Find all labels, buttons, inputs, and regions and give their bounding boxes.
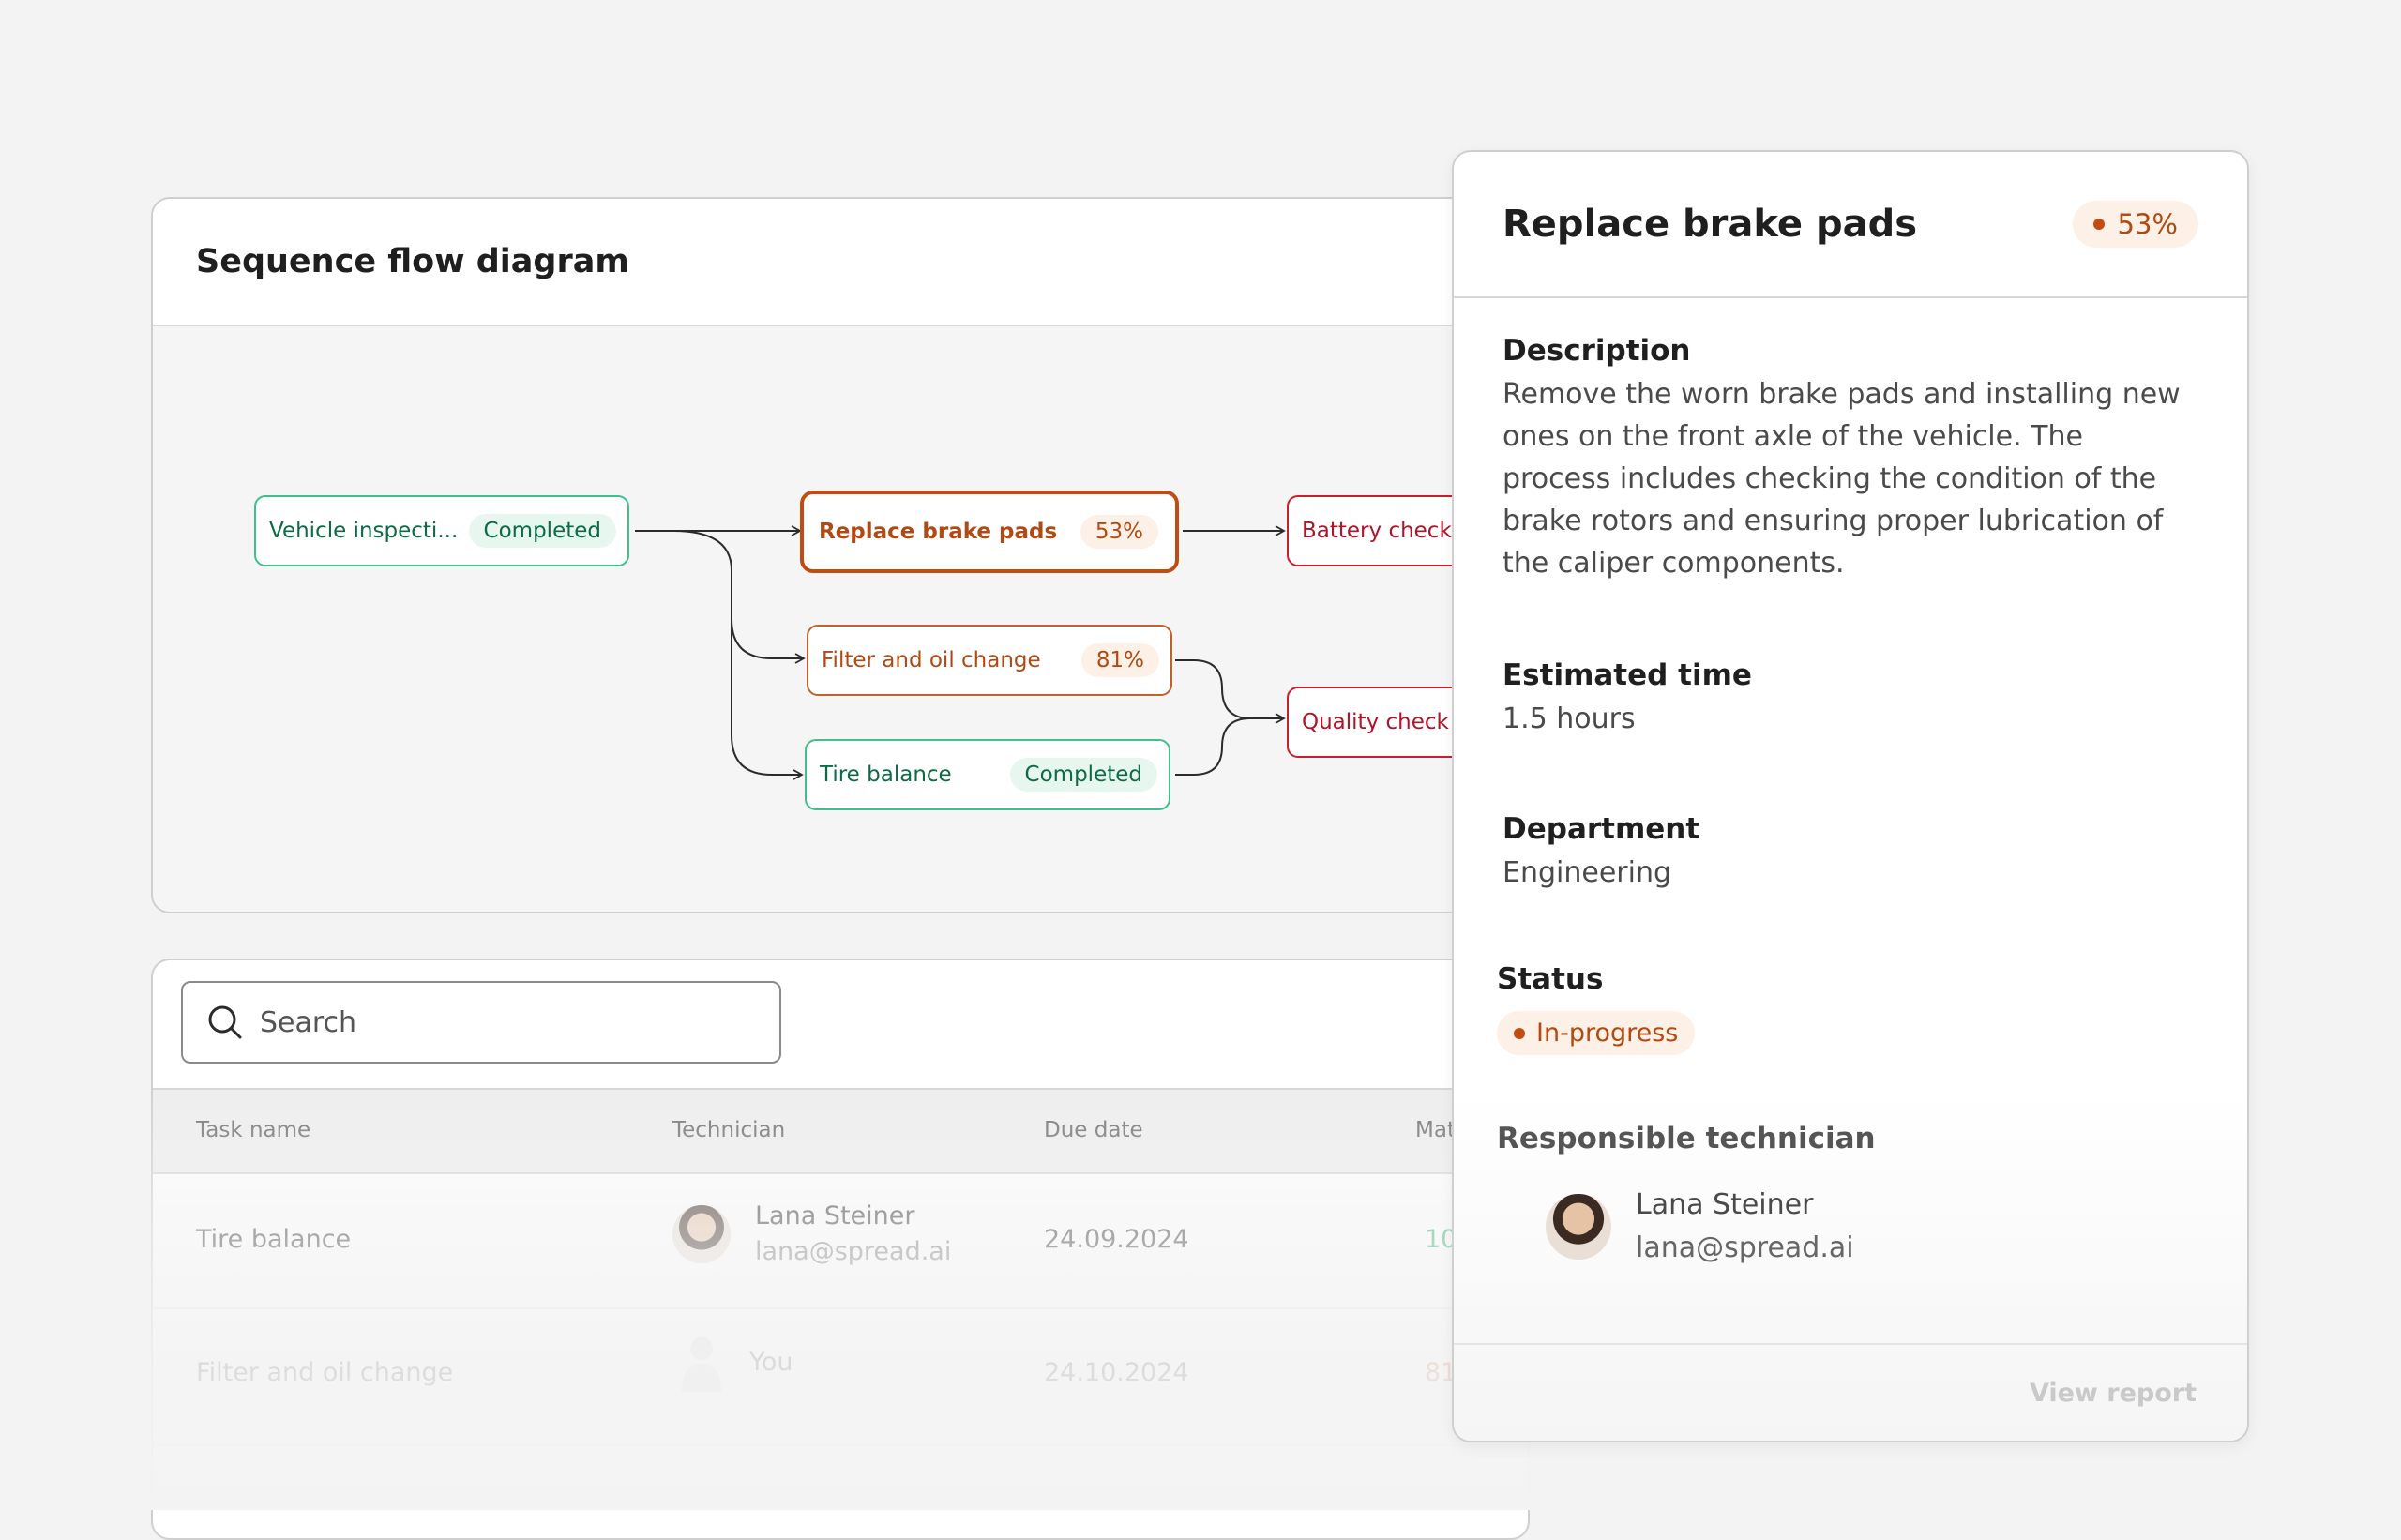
row-due-date: 24.10.2024: [1044, 1358, 1189, 1387]
technician-email: lana@spread.ai: [1636, 1231, 1854, 1264]
row-technician: You: [678, 1332, 793, 1394]
node-replace-brake-pads-label: Replace brake pads: [819, 520, 1058, 544]
view-report-button[interactable]: View report: [2024, 1378, 2202, 1409]
node-tire-balance[interactable]: Tire balance Completed: [805, 739, 1170, 810]
node-vehicle-inspection-status: Completed: [468, 514, 616, 548]
status-section: Status In-progress: [1497, 962, 2198, 1055]
node-filter-oil-change-progress: 81%: [1080, 643, 1159, 677]
node-vehicle-inspection[interactable]: Vehicle inspecti... Completed: [254, 495, 629, 566]
node-quality-check-label: Quality check: [1302, 710, 1449, 734]
column-header-due-date[interactable]: Due date: [1044, 1118, 1143, 1142]
department-value: Engineering: [1503, 856, 1671, 889]
row-technician-email: lana@spread.ai: [755, 1237, 952, 1266]
node-vehicle-inspection-label: Vehicle inspecti...: [269, 519, 459, 543]
department-section: Department Engineering: [1503, 812, 2198, 894]
estimated-time-section: Estimated time 1.5 hours: [1503, 658, 2198, 740]
avatar: [1546, 1194, 1611, 1260]
avatar: [672, 1205, 731, 1263]
edge-filter-quality: [1175, 659, 1286, 724]
search-icon: [208, 1005, 242, 1039]
technician-name: Lana Steiner: [1636, 1188, 1814, 1221]
flow-card-header: Sequence flow diagram: [153, 199, 1528, 326]
progress-badge-value: 53%: [2117, 208, 2178, 240]
row-technician-name: You: [749, 1348, 793, 1377]
progress-badge: 53%: [2072, 201, 2198, 248]
status-badge: In-progress: [1497, 1011, 1696, 1055]
search-input[interactable]: [258, 1004, 749, 1040]
estimated-time-label: Estimated time: [1503, 658, 1752, 692]
flow-canvas: Vehicle inspecti... Completed Replace br…: [153, 326, 1528, 912]
search-field[interactable]: [181, 981, 781, 1064]
technician-section: Responsible technician Lana Steiner lana…: [1497, 1122, 2198, 1270]
node-tire-balance-label: Tire balance: [820, 762, 952, 787]
node-replace-brake-pads-progress: 53%: [1080, 515, 1158, 549]
row-task-name: Tire balance: [196, 1225, 352, 1254]
description-section: Description Remove the worn brake pads a…: [1503, 334, 2198, 584]
department-label: Department: [1503, 812, 1700, 846]
flow-connectors: [635, 525, 1286, 780]
edge-inspection-filter: [635, 530, 806, 664]
user-silhouette-icon: [682, 1337, 721, 1392]
edge-inspection-tire: [731, 617, 804, 780]
detail-footer: View report: [1454, 1343, 2247, 1441]
description-label: Description: [1503, 334, 1691, 368]
column-header-materials[interactable]: Mat: [1415, 1118, 1456, 1142]
estimated-time-value: 1.5 hours: [1503, 702, 1636, 735]
task-table-card: Task name Technician Due date Mat Tire b…: [151, 959, 1530, 1540]
edge-tire-quality: [1175, 717, 1251, 776]
description-text: Remove the worn brake pads and installin…: [1503, 378, 2181, 580]
table-row[interactable]: Filter and oil change You 24.10.2024 81: [153, 1309, 1528, 1446]
status-dot-icon: [1514, 1027, 1525, 1039]
detail-header: Replace brake pads 53%: [1454, 152, 2247, 298]
table-row[interactable]: Tire balance Lana Steiner lana@spread.ai…: [153, 1172, 1528, 1309]
node-battery-check-label: Battery check: [1302, 519, 1452, 543]
status-dot-icon: [2092, 219, 2105, 230]
detail-title: Replace brake pads: [1503, 203, 1918, 246]
row-technician-name: Lana Steiner: [755, 1201, 915, 1230]
node-filter-oil-change-label: Filter and oil change: [822, 648, 1041, 672]
status-label: Status: [1497, 962, 1604, 996]
technician-label: Responsible technician: [1497, 1122, 1876, 1155]
task-detail-panel: Replace brake pads 53% Description Remov…: [1452, 150, 2249, 1442]
row-technician: Lana Steiner lana@spread.ai: [672, 1199, 951, 1270]
responsible-technician[interactable]: Lana Steiner lana@spread.ai: [1546, 1184, 2247, 1270]
sequence-flow-card: Sequence flow diagram Vehicle inspecti..…: [151, 197, 1530, 913]
column-header-technician[interactable]: Technician: [672, 1118, 785, 1142]
row-due-date: 24.09.2024: [1044, 1225, 1189, 1254]
row-task-name: Filter and oil change: [196, 1358, 454, 1387]
column-header-task-name[interactable]: Task name: [196, 1118, 310, 1142]
table-header-row: Task name Technician Due date Mat: [153, 1088, 1528, 1174]
status-badge-value: In-progress: [1536, 1019, 1679, 1048]
flow-title: Sequence flow diagram: [196, 243, 629, 280]
node-replace-brake-pads[interactable]: Replace brake pads 53%: [800, 491, 1179, 573]
node-tire-balance-status: Completed: [1009, 758, 1157, 792]
node-filter-oil-change[interactable]: Filter and oil change 81%: [807, 625, 1172, 696]
